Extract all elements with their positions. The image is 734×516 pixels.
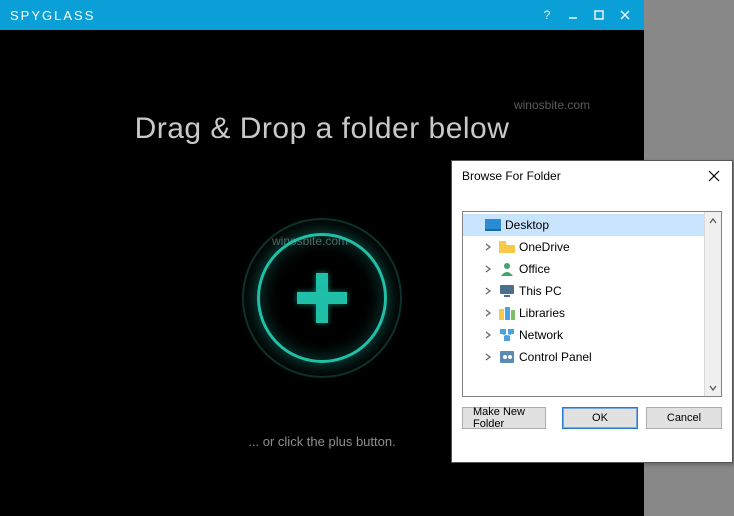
hint-text: ... or click the plus button. bbox=[248, 434, 395, 449]
folder-tree-list[interactable]: Desktop OneDrive Office This PC Libraries Net… bbox=[463, 212, 704, 396]
dialog-title: Browse For Folder bbox=[462, 169, 561, 183]
tree-item-this-pc[interactable]: This PC bbox=[463, 280, 704, 302]
ok-button[interactable]: OK bbox=[562, 407, 638, 429]
tree-item-control-panel[interactable]: Control Panel bbox=[463, 346, 704, 368]
tree-scrollbar[interactable] bbox=[704, 212, 721, 396]
expander-icon bbox=[467, 218, 481, 232]
tree-item-label: Libraries bbox=[519, 306, 565, 320]
close-button[interactable] bbox=[612, 4, 638, 26]
add-folder-button[interactable] bbox=[242, 218, 402, 378]
tree-item-onedrive[interactable]: OneDrive bbox=[463, 236, 704, 258]
folder-tree: Desktop OneDrive Office This PC Libraries Net… bbox=[462, 211, 722, 397]
cancel-button[interactable]: Cancel bbox=[646, 407, 722, 429]
network-icon bbox=[499, 327, 515, 343]
desktop-icon bbox=[485, 217, 501, 233]
app-title: SPYGLASS bbox=[10, 8, 95, 23]
expander-icon[interactable] bbox=[481, 284, 495, 298]
pc-icon bbox=[499, 283, 515, 299]
folder-icon bbox=[499, 239, 515, 255]
maximize-button[interactable] bbox=[586, 4, 612, 26]
tree-item-label: Office bbox=[519, 262, 550, 276]
tree-item-desktop[interactable]: Desktop bbox=[463, 214, 704, 236]
tree-item-libraries[interactable]: Libraries bbox=[463, 302, 704, 324]
scroll-up-button[interactable] bbox=[705, 212, 721, 229]
plus-icon bbox=[297, 273, 347, 323]
libraries-icon bbox=[499, 305, 515, 321]
scroll-down-button[interactable] bbox=[705, 379, 721, 396]
dialog-button-row: Make New Folder OK Cancel bbox=[452, 397, 732, 439]
window-controls: ? bbox=[534, 4, 638, 26]
tree-item-label: This PC bbox=[519, 284, 562, 298]
dialog-titlebar[interactable]: Browse For Folder bbox=[452, 161, 732, 191]
tree-item-label: Desktop bbox=[505, 218, 549, 232]
tree-item-label: Control Panel bbox=[519, 350, 592, 364]
expander-icon[interactable] bbox=[481, 240, 495, 254]
make-new-folder-button[interactable]: Make New Folder bbox=[462, 407, 546, 429]
expander-icon[interactable] bbox=[481, 350, 495, 364]
expander-icon[interactable] bbox=[481, 262, 495, 276]
minimize-button[interactable] bbox=[560, 4, 586, 26]
tree-item-label: OneDrive bbox=[519, 240, 570, 254]
expander-icon[interactable] bbox=[481, 328, 495, 342]
user-icon bbox=[499, 261, 515, 277]
browse-folder-dialog[interactable]: Browse For Folder Desktop OneDrive Office T… bbox=[451, 160, 733, 463]
control-icon bbox=[499, 349, 515, 365]
tree-item-label: Network bbox=[519, 328, 563, 342]
titlebar[interactable]: SPYGLASS ? bbox=[0, 0, 644, 30]
help-button[interactable]: ? bbox=[534, 4, 560, 26]
expander-icon[interactable] bbox=[481, 306, 495, 320]
watermark: winosbite.com bbox=[514, 98, 590, 112]
tree-item-network[interactable]: Network bbox=[463, 324, 704, 346]
dialog-close-button[interactable] bbox=[704, 166, 724, 186]
tree-item-office[interactable]: Office bbox=[463, 258, 704, 280]
heading: Drag & Drop a folder below bbox=[135, 112, 510, 146]
